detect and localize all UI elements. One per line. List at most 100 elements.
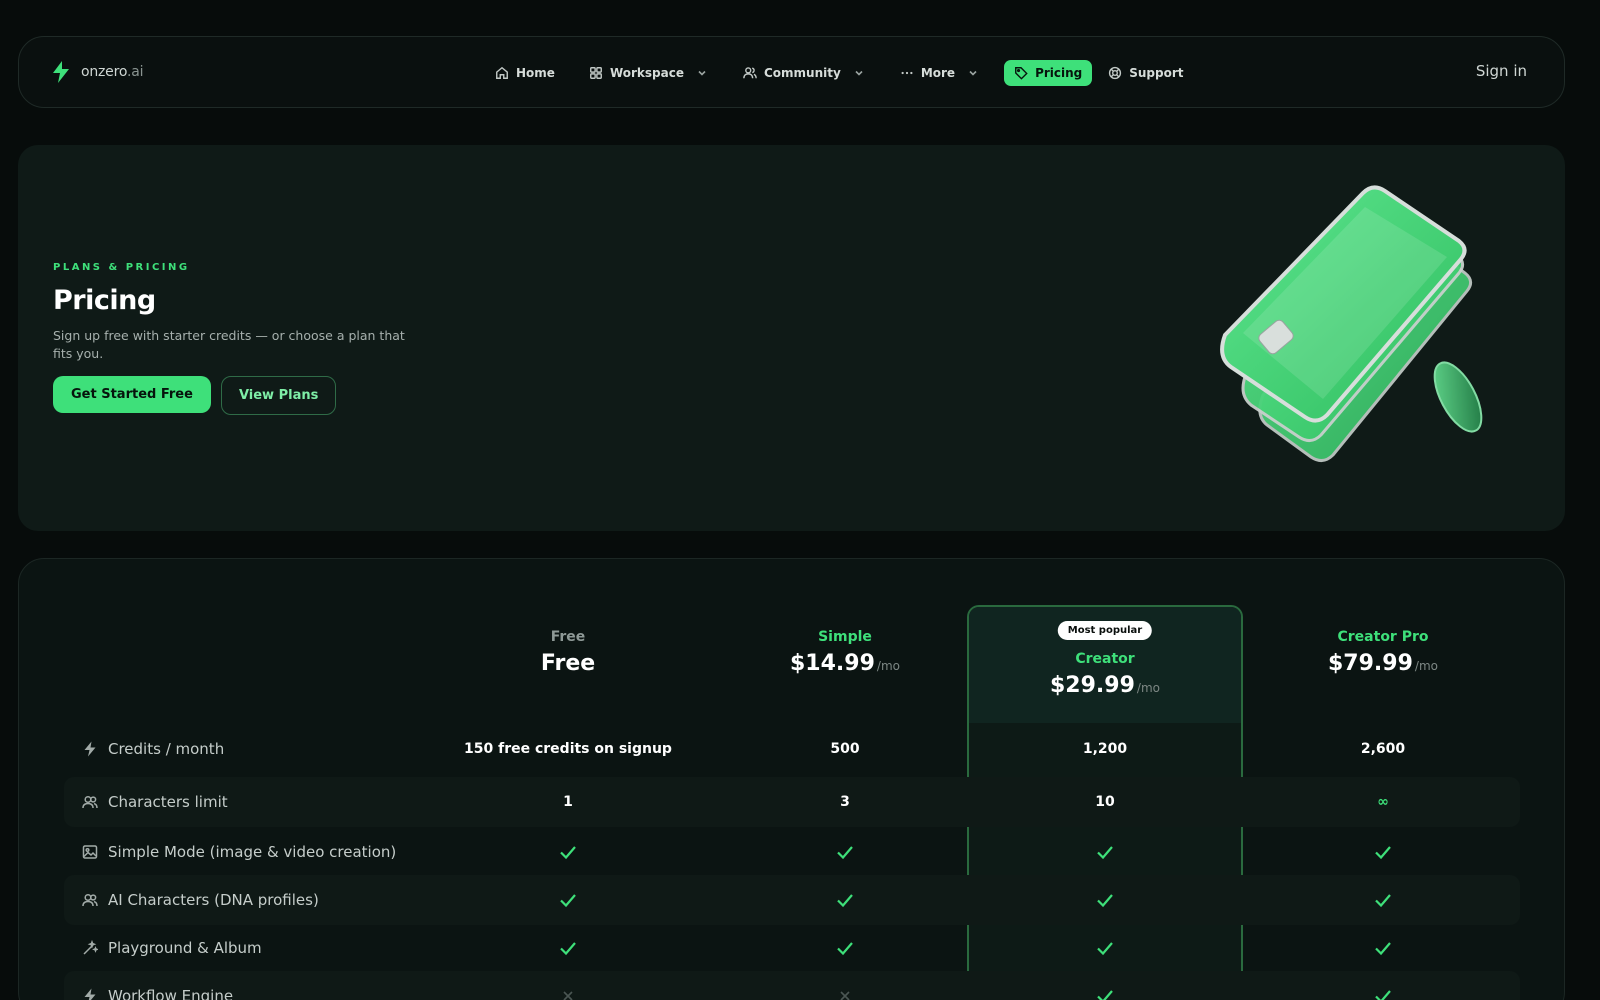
feature-cell	[707, 923, 983, 973]
most-popular-badge: Most popular	[1057, 621, 1153, 640]
bolt-icon	[84, 741, 96, 757]
nav-workspace-label: Workspace	[609, 66, 684, 80]
chevron-down-icon	[969, 70, 977, 76]
feature-label-text: Workflow Engine	[108, 987, 234, 1000]
feature-label: AI Characters (DNA profiles)	[82, 875, 319, 925]
plan-creator-pro-header: Creator Pro $79.99/mo	[1245, 629, 1521, 676]
get-started-button[interactable]: Get Started Free	[53, 376, 211, 413]
brand-name: onzero.ai	[81, 64, 144, 80]
feature-cell	[1245, 827, 1521, 877]
nav-pricing-label: Pricing	[1035, 66, 1083, 80]
check-icon	[837, 942, 853, 956]
feature-label-text: Characters limit	[108, 793, 228, 811]
nav-support-label: Support	[1129, 66, 1184, 80]
nav-support[interactable]: Support	[1098, 60, 1193, 86]
feature-cell: 150 free credits on signup	[464, 741, 672, 757]
nav-home-label: Home	[516, 66, 555, 80]
feature-cell	[707, 875, 983, 925]
feature-cell	[430, 923, 706, 973]
plan-price: Free	[540, 651, 596, 676]
feature-label: Characters limit	[82, 777, 228, 827]
brand-logo[interactable]: onzero.ai	[51, 61, 144, 83]
check-icon	[1375, 942, 1391, 956]
nav-workspace[interactable]: Workspace	[579, 60, 717, 86]
wand-icon	[83, 940, 98, 955]
pricing-table: Most popular Free Free Simple $14.99/mo …	[18, 558, 1565, 1000]
feature-cell: 1	[563, 794, 573, 810]
check-icon	[1097, 894, 1113, 908]
sign-in-link[interactable]: Sign in	[1476, 62, 1527, 80]
plan-name: Simple	[818, 629, 872, 645]
bolt-icon	[84, 988, 96, 1000]
check-icon	[1375, 990, 1391, 1000]
feature-cell	[1245, 971, 1521, 1000]
credit-cards-illustration	[1220, 185, 1483, 462]
chevron-down-icon	[698, 70, 706, 76]
nav-links: Home Workspace Community More Pricing Su…	[485, 59, 1194, 87]
plan-free-header: Free Free	[430, 629, 706, 676]
check-icon	[837, 846, 853, 860]
nav-home[interactable]: Home	[485, 60, 565, 86]
check-icon	[1375, 894, 1391, 908]
cross-icon	[840, 991, 850, 1000]
plan-price: $79.99/mo	[1328, 651, 1438, 676]
feature-cell: ∞	[1377, 794, 1389, 810]
feature-cell: 500	[830, 741, 860, 757]
check-icon	[1097, 942, 1113, 956]
check-icon	[1097, 846, 1113, 860]
plan-creator-header: Creator $29.99/mo	[967, 651, 1243, 698]
dots-icon	[901, 71, 913, 75]
feature-label-text: Simple Mode (image & video creation)	[108, 843, 397, 861]
feature-cell	[967, 923, 1243, 973]
plan-price: $29.99/mo	[1050, 673, 1160, 698]
feature-cell: 3	[840, 794, 850, 810]
feature-label: Credits / month	[82, 724, 224, 774]
feature-cell	[430, 827, 706, 877]
plan-simple-header: Simple $14.99/mo	[707, 629, 983, 676]
top-navbar: onzero.ai Home Workspace Community More …	[18, 36, 1565, 108]
hero-eyebrow: PLANS & PRICING	[53, 262, 190, 273]
feature-label: Simple Mode (image & video creation)	[82, 827, 396, 877]
plan-name: Creator	[1075, 651, 1135, 667]
feature-cell	[1245, 923, 1521, 973]
feature-cell	[1245, 875, 1521, 925]
image-icon	[82, 845, 98, 859]
feature-cell: 1,200	[1082, 741, 1128, 757]
check-icon	[560, 942, 576, 956]
feature-cell	[967, 827, 1243, 877]
feature-cell	[967, 971, 1243, 1000]
nav-more-label: More	[920, 66, 956, 80]
nav-community[interactable]: Community	[733, 60, 874, 86]
feature-cell	[707, 971, 983, 1000]
feature-cell: 10	[1095, 794, 1115, 810]
nav-pricing[interactable]: Pricing	[1004, 60, 1093, 86]
feature-cell	[707, 827, 983, 877]
check-icon	[1375, 846, 1391, 860]
feature-label-text: AI Characters (DNA profiles)	[108, 891, 319, 909]
feature-label-text: Playground & Album	[108, 939, 262, 957]
cross-icon	[563, 991, 573, 1000]
hero-section: PLANS & PRICING Pricing Sign up free wit…	[18, 145, 1565, 531]
hero-subtitle: Sign up free with starter credits — or c…	[53, 328, 405, 361]
check-icon	[560, 846, 576, 860]
view-plans-button[interactable]: View Plans	[220, 376, 337, 415]
check-icon	[560, 894, 576, 908]
nav-more[interactable]: More	[890, 60, 988, 86]
grid-icon	[589, 67, 602, 79]
lifebuoy-icon	[1109, 66, 1122, 80]
check-icon	[837, 894, 853, 908]
users-icon	[82, 795, 98, 809]
feature-label: Playground & Album	[82, 923, 262, 973]
plan-name: Free	[550, 629, 586, 645]
users-icon	[82, 893, 98, 907]
users-icon	[743, 67, 757, 79]
feature-label-text: Credits / month	[108, 740, 225, 758]
bolt-logo-icon	[53, 61, 69, 83]
page-title: Pricing	[53, 285, 156, 316]
plan-price: $14.99/mo	[790, 651, 900, 676]
home-icon	[496, 66, 508, 79]
feature-cell	[430, 875, 706, 925]
feature-cell	[967, 875, 1243, 925]
feature-cell: 2,600	[1360, 741, 1406, 757]
feature-cell	[430, 971, 706, 1000]
